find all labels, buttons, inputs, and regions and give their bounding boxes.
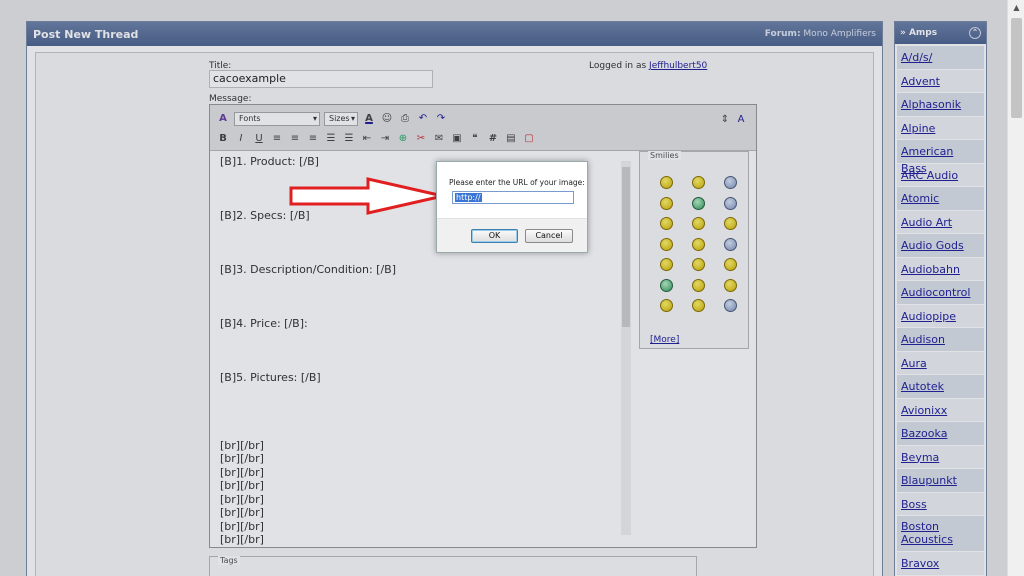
page-scrollbar[interactable]: ▲ [1007, 0, 1024, 576]
image-url-dialog: Please enter the URL of your image: http… [436, 161, 588, 253]
image-url-input[interactable]: http:// [452, 191, 574, 204]
url-input-value: http:// [455, 193, 482, 202]
modal-overlay [0, 0, 1007, 576]
scroll-thumb[interactable] [1011, 18, 1022, 118]
dialog-prompt: Please enter the URL of your image: [449, 178, 585, 187]
scroll-up-icon[interactable]: ▲ [1008, 0, 1024, 16]
cancel-button[interactable]: Cancel [525, 229, 573, 243]
dialog-footer: OK Cancel [437, 218, 587, 252]
annotation-arrow-icon [289, 177, 444, 215]
ok-button[interactable]: OK [471, 229, 518, 243]
